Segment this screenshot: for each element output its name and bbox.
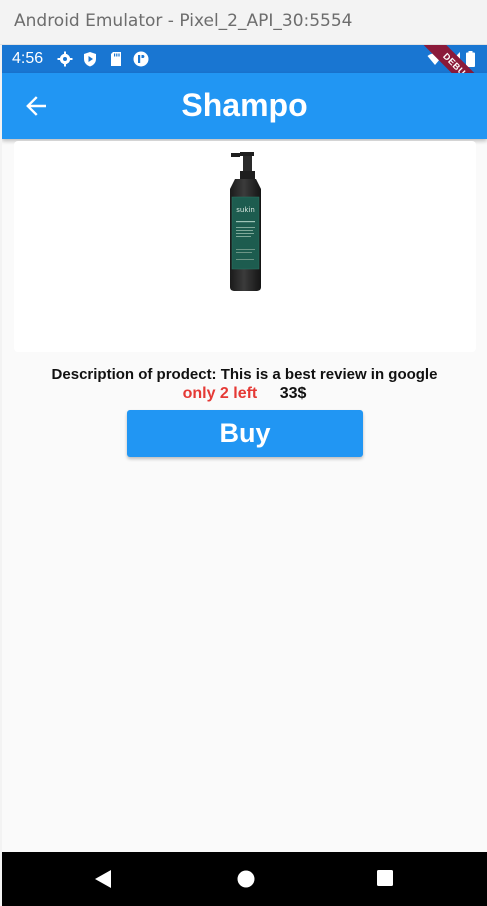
buy-button[interactable]: Buy: [127, 410, 363, 457]
window-title: Android Emulator - Pixel_2_API_30:5554: [14, 11, 353, 31]
bottle-brand-text: sukin: [236, 206, 255, 214]
shampoo-bottle-image: sukin: [230, 152, 261, 291]
price-label: 33$: [279, 385, 307, 402]
stock-price-row: only 2 left 33$: [2, 385, 487, 403]
navigation-bar: [2, 852, 487, 906]
product-description: Description of prodect: This is a best r…: [51, 366, 438, 383]
emulator-window-titlebar: Android Emulator - Pixel_2_API_30:5554: [0, 0, 487, 45]
sd-card-icon: [111, 52, 121, 66]
app-bar: Shampo: [2, 73, 487, 139]
notification-icon: [133, 51, 149, 67]
stock-label: only 2 left: [182, 385, 258, 402]
recents-square-icon[interactable]: [376, 869, 394, 887]
play-protect-icon: [84, 52, 96, 67]
page-title: Shampo: [181, 87, 308, 123]
device-screen: 4:56 DEBUG Shampo sukin Description of p…: [2, 45, 487, 906]
status-bar: 4:56: [2, 45, 487, 73]
back-triangle-icon[interactable]: [94, 869, 112, 889]
status-time: 4:56: [12, 50, 44, 67]
settings-icon: [57, 51, 73, 67]
home-circle-icon[interactable]: [236, 869, 256, 889]
product-image-card: sukin: [14, 141, 476, 352]
battery-icon: [466, 51, 475, 67]
